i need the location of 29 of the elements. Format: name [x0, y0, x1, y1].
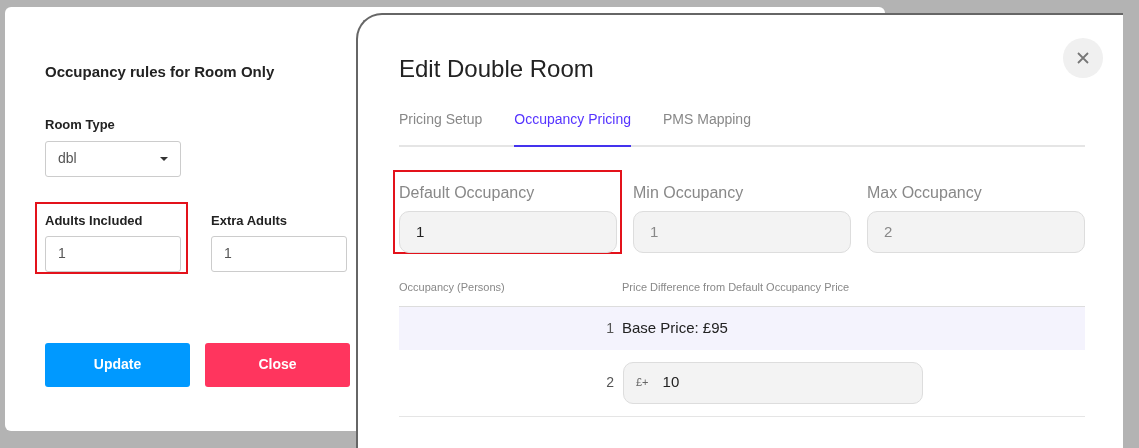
column-header: Price Difference from Default Occupancy Price	[622, 280, 850, 295]
field-label: Min Occupancy	[633, 183, 745, 203]
dialog-title: Occupancy rules for Room Only	[45, 62, 275, 82]
field-label: Default Occupancy	[399, 183, 536, 203]
input-field[interactable]: 1	[45, 235, 181, 272]
input-field: 2	[867, 211, 1085, 253]
tab[interactable]: PMS Mapping	[663, 109, 751, 147]
table-cell-text: 1	[605, 318, 614, 338]
field-label: Max Occupancy	[867, 183, 983, 203]
input-value: 10	[662, 372, 680, 393]
field-label: Extra Adults	[211, 212, 289, 229]
close-button[interactable]	[1063, 38, 1103, 78]
column-header: Occupancy (Persons)	[399, 280, 506, 295]
input-field[interactable]: 1	[211, 235, 347, 272]
field-label: Adults Included	[45, 212, 144, 229]
table-cell-text: Base Price: £95	[622, 317, 728, 338]
input-field: 1	[633, 211, 851, 253]
dialog-button[interactable]: Close	[205, 342, 350, 387]
table-cell-text: 2	[605, 373, 614, 392]
tab[interactable]: Pricing Setup	[399, 109, 483, 147]
currency-prefix: £+	[636, 375, 649, 391]
caret-icon	[160, 156, 168, 161]
room-type-select[interactable]: dbl	[45, 140, 181, 177]
dialog-title: Edit Double Room	[399, 54, 594, 84]
close-icon	[1077, 52, 1089, 64]
price-input-field[interactable]: £+ 10	[623, 361, 923, 404]
field-label: Room Type	[45, 116, 115, 134]
input-field[interactable]: 1	[399, 211, 617, 253]
tab[interactable]: Occupancy Pricing	[514, 109, 631, 147]
